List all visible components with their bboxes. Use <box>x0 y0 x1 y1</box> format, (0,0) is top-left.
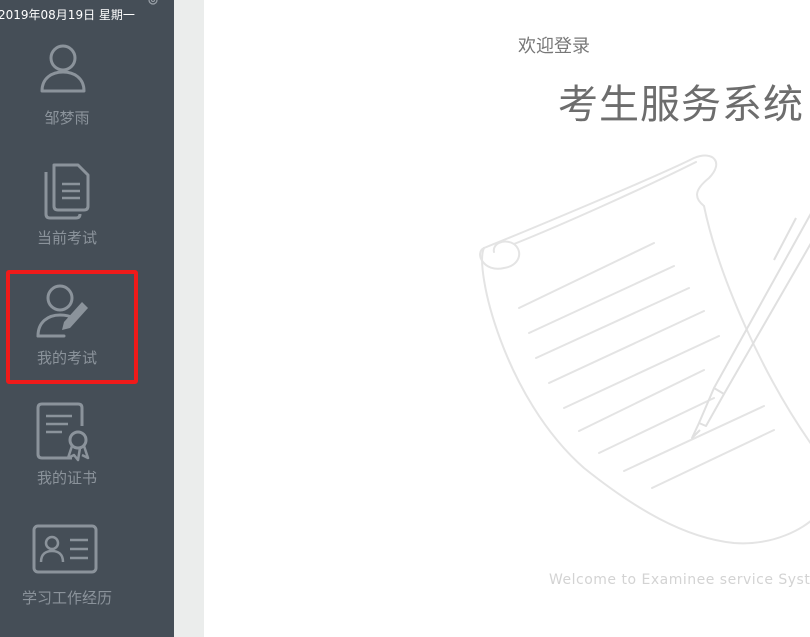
sidebar-item-label: 我的证书 <box>36 469 97 487</box>
sidebar-item-label: 当前考试 <box>36 229 97 247</box>
documents-icon <box>0 160 134 230</box>
date-display: 2019年08月19日 星期一 <box>0 7 174 23</box>
settings-gear-icon[interactable] <box>146 0 160 7</box>
id-card-icon <box>0 520 134 590</box>
welcome-text: 欢迎登录 <box>518 36 590 57</box>
certificate-icon <box>0 400 134 470</box>
user-icon <box>0 40 134 110</box>
main-content: 欢迎登录 考生服务系统 Welcome to Examinee service … <box>204 0 810 637</box>
sidebar-item-profile[interactable]: 邹梦雨 <box>0 40 134 150</box>
date-text: 2019年08月19日 星期一 <box>0 8 135 22</box>
user-edit-icon <box>6 270 140 340</box>
welcome-english-text: Welcome to Examinee service Syste <box>549 572 810 588</box>
sidebar-item-current-exam[interactable]: 当前考试 <box>0 160 134 270</box>
sidebar-item-my-exams[interactable]: 我的考试 <box>6 270 138 384</box>
sidebar-item-label: 学习工作经历 <box>21 589 112 607</box>
page-title: 考生服务系统 <box>558 82 804 128</box>
sidebar-item-label: 我的考试 <box>36 349 97 367</box>
sidebar-item-label: 邹梦雨 <box>44 109 90 127</box>
sidebar-item-certificates[interactable]: 我的证书 <box>0 400 134 510</box>
sidebar-item-work-history[interactable]: 学习工作经历 <box>0 520 134 630</box>
sidebar-gutter <box>174 0 204 637</box>
scroll-and-pen-illustration <box>479 154 810 545</box>
sidebar: 2019年08月19日 星期一 邹梦雨 当前考试 我的考试 我的证书 学习工作经… <box>0 0 174 637</box>
